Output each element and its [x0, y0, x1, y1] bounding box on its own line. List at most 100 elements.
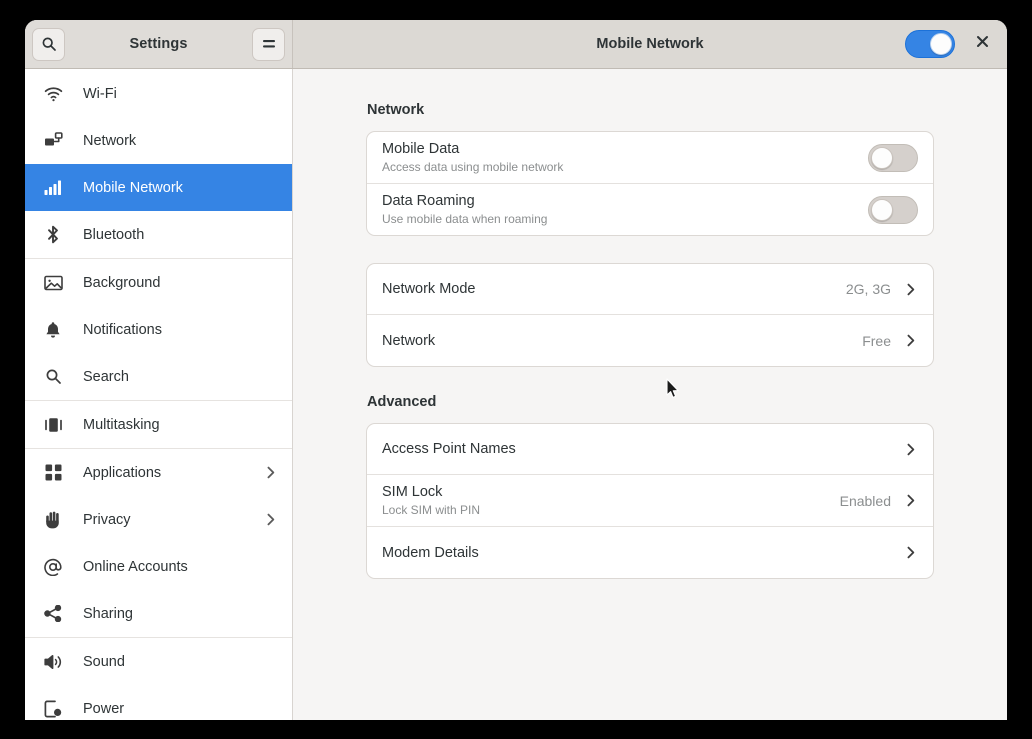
settings-groups: Network Mobile Data Access data using mobi… — [366, 102, 934, 579]
image-icon — [42, 275, 64, 291]
row-value: 2G, 3G — [846, 281, 891, 297]
sidebar-item-online-accounts[interactable]: Online Accounts — [25, 543, 292, 590]
row-controls: Enabled — [840, 493, 918, 509]
hamburger-menu-icon — [261, 37, 277, 51]
grid-apps-icon — [42, 464, 64, 481]
network-operator-row[interactable]: Network Free — [367, 315, 933, 366]
power-plug-icon — [42, 700, 64, 718]
chevron-right-icon — [263, 465, 278, 480]
row-texts: SIM Lock Lock SIM with PIN — [382, 483, 480, 518]
row-controls — [868, 196, 918, 224]
row-title: Network — [382, 332, 435, 350]
sidebar-item-notifications[interactable]: Notifications — [25, 306, 292, 353]
settings-card: Access Point Names SIM Lock Lock SIM with … — [366, 423, 934, 579]
row-title: SIM Lock — [382, 483, 480, 501]
sidebar-item-label: Network — [83, 133, 136, 149]
row-subtitle: Access data using mobile network — [382, 160, 563, 175]
at-sign-icon — [42, 558, 64, 576]
row-controls: 2G, 3G — [846, 281, 918, 297]
sidebar-item-label: Notifications — [83, 322, 162, 338]
row-title: Modem Details — [382, 544, 479, 562]
row-title: Access Point Names — [382, 440, 516, 458]
row-value: Enabled — [840, 493, 891, 509]
network-mode-row[interactable]: Network Mode 2G, 3G — [367, 264, 933, 315]
settings-window: Settings Mobile Network — [25, 20, 1007, 720]
chevron-right-icon — [903, 442, 918, 457]
sidebar-item-multitasking[interactable]: Multitasking — [25, 401, 292, 448]
row-texts: Modem Details — [382, 544, 479, 562]
window-body: Wi-Fi Network Mobile Network Bluetooth B… — [25, 69, 1007, 720]
row-value: Free — [862, 333, 891, 349]
main-menu-button[interactable] — [252, 28, 285, 61]
row-controls — [868, 144, 918, 172]
sidebar-item-network[interactable]: Network — [25, 117, 292, 164]
search-icon — [42, 368, 64, 385]
sidebar-item-label: Sound — [83, 654, 125, 670]
sidebar-item-search[interactable]: Search — [25, 353, 292, 400]
sidebar-item-bluetooth[interactable]: Bluetooth — [25, 211, 292, 258]
row-title: Network Mode — [382, 280, 475, 298]
toggle-knob — [930, 33, 952, 55]
data-roaming-row-switch[interactable] — [868, 196, 918, 224]
header-bar: Settings Mobile Network — [25, 20, 1007, 69]
row-title: Data Roaming — [382, 192, 547, 210]
sidebar-item-label: Online Accounts — [83, 559, 188, 575]
modem-details-row[interactable]: Modem Details — [367, 527, 933, 578]
search-button[interactable] — [32, 28, 65, 61]
share-nodes-icon — [42, 605, 64, 622]
sidebar-item-sharing[interactable]: Sharing — [25, 590, 292, 637]
multitasking-icon — [42, 417, 64, 433]
chevron-right-icon — [263, 512, 278, 527]
sidebar-item-label: Background — [83, 275, 160, 291]
signal-bars-icon — [42, 180, 64, 195]
row-texts: Data Roaming Use mobile data when roaming — [382, 192, 547, 227]
sidebar-item-label: Bluetooth — [83, 227, 144, 243]
group-title: Network — [366, 102, 934, 118]
speaker-icon — [42, 654, 64, 670]
mobile-data-row-switch[interactable] — [868, 144, 918, 172]
chevron-right-icon — [903, 333, 918, 348]
settings-card: Mobile Data Access data using mobile netw… — [366, 131, 934, 236]
bell-icon — [42, 321, 64, 339]
toggle-knob — [871, 199, 893, 221]
toggle-knob — [871, 147, 893, 169]
row-subtitle: Lock SIM with PIN — [382, 503, 480, 518]
sidebar-item-label: Power — [83, 701, 124, 717]
close-button[interactable] — [969, 31, 995, 57]
network-wired-icon — [42, 132, 64, 149]
access-point-names-row[interactable]: Access Point Names — [367, 424, 933, 475]
sidebar-item-label: Search — [83, 369, 129, 385]
sidebar: Wi-Fi Network Mobile Network Bluetooth B… — [25, 69, 293, 720]
row-subtitle: Use mobile data when roaming — [382, 212, 547, 227]
chevron-right-icon — [903, 282, 918, 297]
search-icon — [41, 36, 57, 52]
sidebar-item-label: Privacy — [83, 512, 131, 528]
sidebar-item-wi-fi[interactable]: Wi-Fi — [25, 70, 292, 117]
sidebar-item-mobile-network[interactable]: Mobile Network — [25, 164, 292, 211]
content-area: Network Mobile Data Access data using mobi… — [293, 69, 1007, 720]
close-icon — [976, 35, 989, 53]
row-texts: Mobile Data Access data using mobile netw… — [382, 140, 563, 175]
mobile-network-enable-toggle[interactable] — [905, 30, 955, 58]
sidebar-item-privacy[interactable]: Privacy — [25, 496, 292, 543]
page-title: Mobile Network — [293, 36, 1007, 52]
row-controls — [903, 545, 918, 560]
sidebar-item-background[interactable]: Background — [25, 259, 292, 306]
sim-lock-row[interactable]: SIM Lock Lock SIM with PIN Enabled — [367, 475, 933, 527]
row-texts: Network — [382, 332, 435, 350]
header-actions — [905, 30, 995, 58]
sidebar-item-sound[interactable]: Sound — [25, 638, 292, 685]
data-roaming-row[interactable]: Data Roaming Use mobile data when roaming — [367, 184, 933, 235]
row-controls — [903, 442, 918, 457]
mobile-data-row[interactable]: Mobile Data Access data using mobile netw… — [367, 132, 933, 184]
sidebar-item-label: Multitasking — [83, 417, 160, 433]
sidebar-item-applications[interactable]: Applications — [25, 449, 292, 496]
row-title: Mobile Data — [382, 140, 563, 158]
app-title: Settings — [130, 36, 188, 52]
sidebar-item-label: Applications — [83, 465, 161, 481]
chevron-right-icon — [903, 493, 918, 508]
wifi-icon — [42, 86, 64, 102]
sidebar-item-power[interactable]: Power — [25, 685, 292, 720]
hand-icon — [42, 511, 64, 529]
bluetooth-icon — [42, 225, 64, 244]
